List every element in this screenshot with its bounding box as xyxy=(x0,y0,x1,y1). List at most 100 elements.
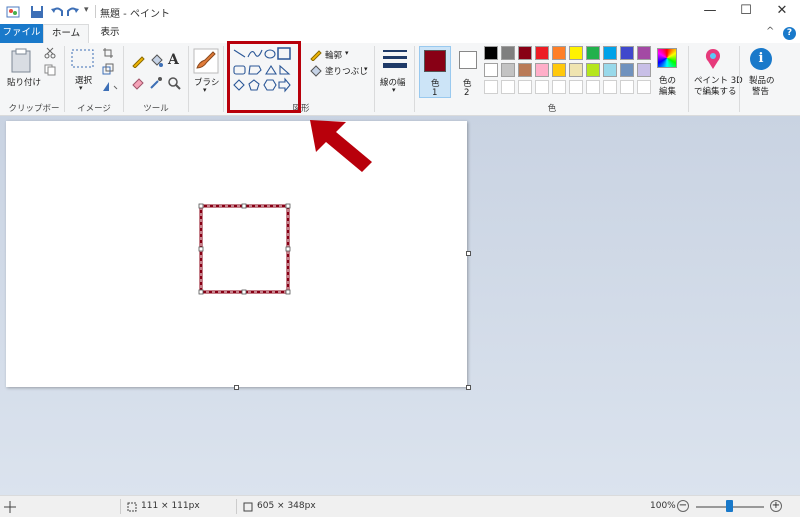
brushes-dropdown-icon[interactable]: ▾ xyxy=(203,86,207,94)
canvas-resize-handle-corner[interactable] xyxy=(466,385,471,390)
group-separator xyxy=(739,46,740,112)
zoom-level: 100% xyxy=(650,501,676,511)
palette-color-swatch[interactable] xyxy=(518,46,532,60)
palette-custom-slot[interactable] xyxy=(501,80,515,94)
paint-3d-label-2[interactable]: で編集する xyxy=(694,85,737,97)
copy-icon[interactable] xyxy=(44,64,56,76)
crop-icon[interactable] xyxy=(102,47,114,59)
product-alert-icon[interactable]: i xyxy=(750,48,772,70)
palette-custom-slot[interactable] xyxy=(637,80,651,94)
text-tool-icon[interactable]: A xyxy=(168,52,179,68)
palette-color-swatch[interactable] xyxy=(535,46,549,60)
select-dropdown-icon[interactable]: ▾ xyxy=(79,84,83,92)
pencil-icon[interactable] xyxy=(131,54,145,68)
line-width-dropdown-icon[interactable]: ▾ xyxy=(392,86,396,94)
cursor-position-icon xyxy=(4,501,16,513)
color-palette xyxy=(484,46,654,98)
select-icon[interactable] xyxy=(70,48,96,70)
color1-swatch xyxy=(424,50,446,72)
canvas-size-icon xyxy=(243,502,253,512)
product-alert-label-2[interactable]: 警告 xyxy=(752,85,769,97)
eraser-icon[interactable] xyxy=(131,76,145,90)
minimize-button[interactable]: — xyxy=(692,0,728,24)
fill-dropdown-icon[interactable]: ▾ xyxy=(364,65,368,73)
title-bar: ▾ 無題 - ペイント — ☐ ✕ xyxy=(0,0,800,24)
palette-color-swatch[interactable] xyxy=(484,63,498,77)
palette-color-swatch[interactable] xyxy=(603,63,617,77)
quick-access-dropdown-icon[interactable]: ▾ xyxy=(84,5,89,15)
palette-color-swatch[interactable] xyxy=(501,63,515,77)
group-separator xyxy=(688,46,689,112)
edit-colors-label-2[interactable]: 編集 xyxy=(659,85,676,97)
ribbon-tabs: ファイル ホーム 表示 ^ ? xyxy=(0,24,800,44)
edit-colors-icon[interactable] xyxy=(657,48,677,68)
outline-dropdown-icon[interactable]: ▾ xyxy=(345,49,349,57)
palette-color-swatch[interactable] xyxy=(569,46,583,60)
cut-icon[interactable] xyxy=(44,47,56,59)
resize-icon[interactable] xyxy=(102,63,114,75)
magnifier-icon[interactable] xyxy=(167,76,181,90)
canvas-resize-handle-right[interactable] xyxy=(466,251,471,256)
status-divider xyxy=(236,499,237,514)
redo-icon[interactable] xyxy=(66,5,80,19)
canvas-resize-handle-bottom[interactable] xyxy=(234,385,239,390)
outline-button[interactable]: 輪郭 xyxy=(325,49,342,61)
zoom-in-button[interactable]: + xyxy=(770,500,782,512)
tab-home[interactable]: ホーム xyxy=(43,24,89,44)
palette-custom-slot[interactable] xyxy=(603,80,617,94)
rotate-icon[interactable] xyxy=(102,80,118,92)
color-picker-icon[interactable] xyxy=(149,76,163,90)
palette-custom-slot[interactable] xyxy=(569,80,583,94)
image-group-label: イメージ xyxy=(77,104,111,114)
group-separator xyxy=(188,46,189,112)
line-width-icon[interactable] xyxy=(381,48,409,72)
zoom-slider-thumb[interactable] xyxy=(726,500,733,512)
fill-bucket-icon[interactable] xyxy=(149,54,163,68)
palette-custom-slot[interactable] xyxy=(620,80,634,94)
color2-swatch[interactable] xyxy=(459,51,477,69)
palette-color-swatch[interactable] xyxy=(535,63,549,77)
zoom-out-button[interactable]: − xyxy=(677,500,689,512)
fill-button[interactable]: 塗りつぶし xyxy=(325,65,368,77)
save-icon[interactable] xyxy=(30,5,44,19)
palette-custom-slot[interactable] xyxy=(518,80,532,94)
close-button[interactable]: ✕ xyxy=(764,0,800,24)
undo-icon[interactable] xyxy=(50,5,64,19)
group-separator xyxy=(374,46,375,112)
palette-color-swatch[interactable] xyxy=(637,46,651,60)
palette-color-swatch[interactable] xyxy=(620,46,634,60)
palette-custom-slot[interactable] xyxy=(552,80,566,94)
group-separator xyxy=(64,46,65,112)
drawn-square[interactable] xyxy=(198,203,292,295)
palette-color-swatch[interactable] xyxy=(603,46,617,60)
palette-custom-slot[interactable] xyxy=(586,80,600,94)
tab-view[interactable]: 表示 xyxy=(97,24,123,43)
palette-color-swatch[interactable] xyxy=(552,46,566,60)
clipboard-icon[interactable] xyxy=(9,48,35,74)
brush-icon[interactable] xyxy=(193,48,219,74)
palette-custom-slot[interactable] xyxy=(535,80,549,94)
paint-3d-icon[interactable] xyxy=(702,47,724,71)
paste-button[interactable]: 貼り付け xyxy=(7,76,41,88)
palette-color-swatch[interactable] xyxy=(637,63,651,77)
palette-color-swatch[interactable] xyxy=(518,63,532,77)
palette-color-swatch[interactable] xyxy=(484,46,498,60)
group-separator xyxy=(223,46,224,112)
palette-color-swatch[interactable] xyxy=(569,63,583,77)
outline-icon[interactable] xyxy=(309,49,323,61)
select-button[interactable]: 選択 xyxy=(75,74,92,86)
collapse-ribbon-icon[interactable]: ^ xyxy=(766,26,774,37)
help-icon[interactable]: ? xyxy=(783,27,796,40)
palette-color-swatch[interactable] xyxy=(620,63,634,77)
window-title: 無題 - ペイント xyxy=(100,9,170,20)
tools-group-label: ツール xyxy=(143,104,169,114)
palette-color-swatch[interactable] xyxy=(501,46,515,60)
palette-color-swatch[interactable] xyxy=(586,63,600,77)
maximize-button[interactable]: ☐ xyxy=(728,0,764,24)
palette-custom-slot[interactable] xyxy=(484,80,498,94)
palette-color-swatch[interactable] xyxy=(586,46,600,60)
palette-color-swatch[interactable] xyxy=(552,63,566,77)
tab-file[interactable]: ファイル xyxy=(0,24,43,43)
fill-icon[interactable] xyxy=(309,65,323,77)
group-separator xyxy=(414,46,415,112)
